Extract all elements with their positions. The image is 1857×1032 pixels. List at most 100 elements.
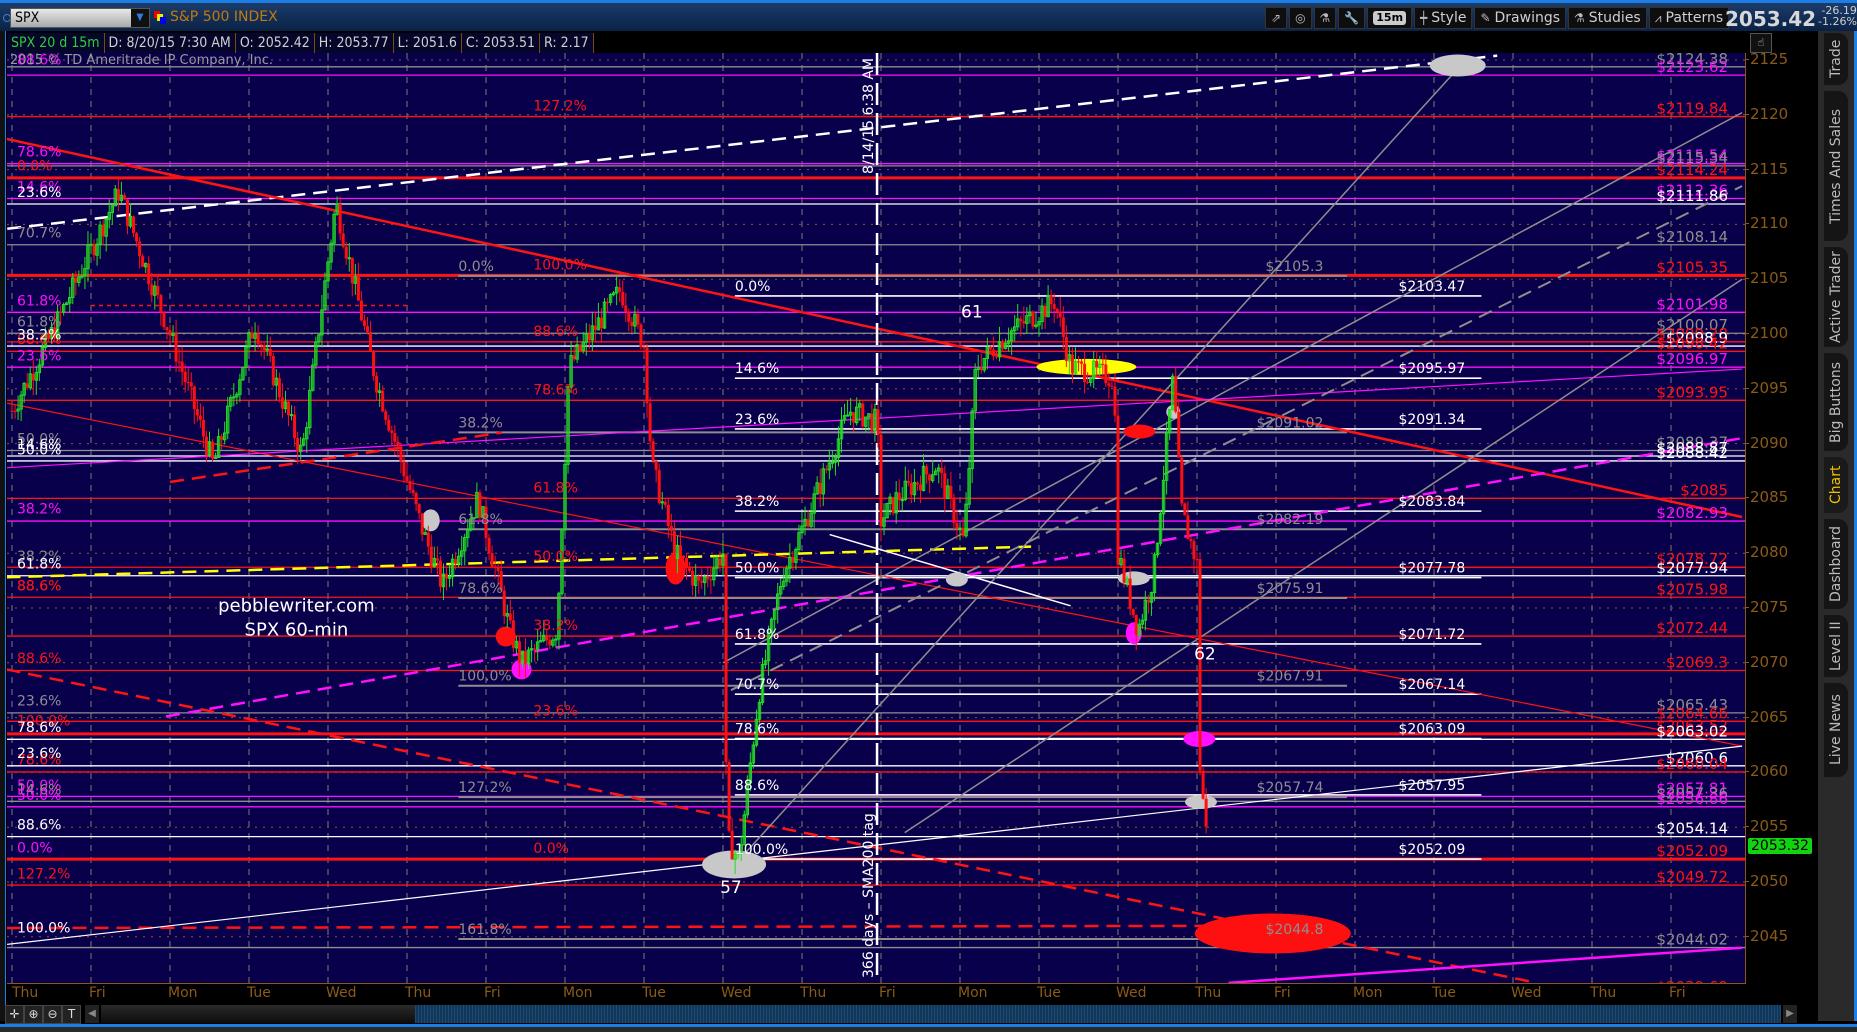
percent-change: -1.26%	[1818, 15, 1857, 28]
tab-big-buttons[interactable]: Big Buttons	[1824, 353, 1848, 451]
tab-live-news[interactable]: Live News	[1824, 683, 1848, 777]
candle-body	[730, 830, 734, 860]
candle	[876, 401, 880, 448]
candle	[697, 573, 701, 594]
candle	[1028, 304, 1032, 324]
candle	[1088, 376, 1093, 387]
candle-body	[672, 531, 676, 559]
candle	[435, 546, 439, 575]
candle-body	[879, 434, 883, 527]
candle	[672, 519, 676, 563]
level-price-label: $2049.72	[1656, 868, 1728, 886]
candle	[168, 324, 172, 344]
candle	[1140, 613, 1145, 629]
candle	[1040, 298, 1044, 330]
candle-body	[1195, 559, 1199, 561]
zoom-out-icon[interactable]: ⊖	[43, 1005, 62, 1024]
share-button[interactable]: ⇗	[1265, 7, 1288, 29]
fib-price-label: $2052.09	[1398, 842, 1465, 858]
crosshair-icon[interactable]: ✛	[5, 1005, 24, 1024]
level-price-label: $2075.98	[1656, 580, 1728, 598]
chevron-down-icon[interactable]: ▼	[131, 9, 149, 27]
current-price-tag: 2053.32	[1748, 837, 1812, 854]
candle-body	[706, 576, 710, 580]
candle	[1025, 307, 1029, 335]
candle	[347, 242, 351, 272]
candle	[296, 432, 300, 465]
candle-body	[1086, 382, 1090, 384]
fib-percent-label: 88.6%	[17, 817, 61, 833]
candle-body	[201, 419, 205, 437]
candle	[785, 565, 789, 587]
candle	[31, 359, 35, 396]
candle	[505, 604, 509, 628]
tab-times-and-sales[interactable]: Times And Sales	[1824, 91, 1848, 241]
candle	[666, 498, 670, 539]
candle	[703, 574, 707, 596]
fib-percent-label: 70.7%	[17, 226, 61, 242]
candle	[247, 330, 251, 354]
fib-price-label: $2071.72	[1398, 627, 1465, 643]
candle-body	[387, 419, 391, 431]
fib-price-label: $2091.02	[1257, 415, 1324, 431]
tab-trade[interactable]: Trade	[1824, 33, 1848, 85]
candle	[1016, 304, 1020, 331]
time-scrollbar[interactable]	[101, 1005, 1781, 1023]
scroll-right-arrow-icon[interactable]: ▶	[1783, 1005, 1797, 1023]
candle	[1052, 293, 1056, 324]
zoom-in-icon[interactable]: ⊕	[24, 1005, 43, 1024]
text-tool-icon[interactable]: T	[62, 1005, 81, 1024]
candle-body	[417, 504, 421, 514]
candle-body	[691, 570, 695, 586]
symbol-link-icon[interactable]	[154, 11, 166, 25]
candle-body	[183, 371, 187, 383]
candle	[34, 365, 39, 395]
candle	[132, 215, 136, 238]
time-axis[interactable]: Thu Fri Mon Tue Wed Thu Fri Mon Tue Wed Thu Fri Mon T…	[7, 984, 1745, 1004]
pencil-icon: ✎	[1480, 11, 1491, 25]
candle-body	[669, 525, 673, 532]
tab-active-trader[interactable]: Active Trader	[1824, 247, 1848, 347]
candle-body	[621, 291, 625, 306]
candle-body	[630, 321, 634, 327]
settings-button[interactable]: ◎	[1289, 7, 1312, 29]
candle	[441, 563, 446, 601]
candle	[1198, 553, 1202, 776]
tab-dashboard[interactable]: Dashboard	[1824, 519, 1848, 609]
candle	[95, 238, 99, 266]
candle-body	[496, 567, 500, 572]
candle	[693, 564, 698, 597]
studies-button[interactable]: ⚗ Studies	[1568, 7, 1647, 29]
chart-canvas[interactable]: $2124.38$2123.62$2119.84$2115.54$2115.34…	[7, 53, 1745, 983]
candle	[1131, 608, 1135, 618]
candle-body	[189, 382, 193, 387]
tab-level-ii[interactable]: Level II	[1824, 615, 1848, 677]
candle	[894, 481, 898, 524]
price-tick-label: 2045	[1744, 926, 1789, 945]
candle-body	[654, 460, 658, 470]
symbol-selector[interactable]: SPX ▼	[10, 8, 150, 28]
tools-button[interactable]: 🔧	[1338, 7, 1366, 29]
candle-body	[1189, 539, 1193, 542]
candle-body	[508, 613, 512, 621]
level-price-label: $2085	[1680, 481, 1728, 499]
candle-body	[511, 620, 515, 648]
watermark-title: SPX 60-min	[245, 619, 349, 640]
day-label: Thu	[12, 985, 39, 1001]
candle-body	[925, 466, 929, 475]
timeframe-button[interactable]: 15m	[1367, 7, 1413, 29]
candle	[727, 759, 731, 833]
scroll-left-arrow-icon[interactable]: ◀	[85, 1005, 99, 1023]
studies-quick-button[interactable]: ⚗	[1313, 7, 1337, 29]
candle	[608, 293, 613, 306]
candle	[1192, 538, 1196, 574]
drawings-button[interactable]: ✎ Drawings	[1474, 7, 1567, 29]
patterns-button[interactable]: ⩘ Patterns	[1648, 7, 1730, 29]
candle-body	[150, 284, 154, 296]
chart-spec[interactable]: SPX 20 d 15m	[7, 33, 105, 53]
candle-body	[141, 256, 145, 267]
tab-chart[interactable]: Chart	[1824, 457, 1848, 513]
style-button[interactable]: ┿ Style	[1414, 7, 1473, 29]
scrollbar-thumb[interactable]	[415, 1005, 1781, 1023]
price-chart[interactable]: $2124.38 $2123.62 $2119.84 $2115.54 $2115.34…	[7, 53, 1746, 984]
